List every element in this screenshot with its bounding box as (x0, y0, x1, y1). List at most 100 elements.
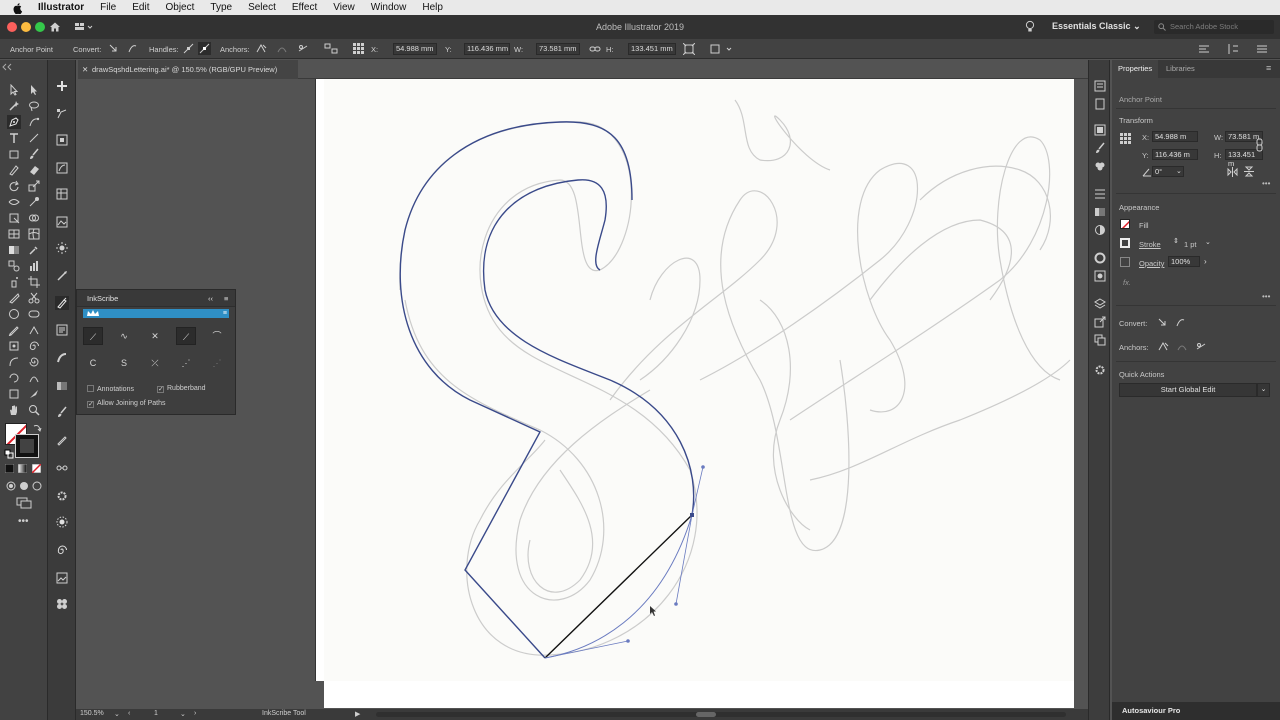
plugin-image-icon[interactable] (56, 216, 68, 228)
close-window-button[interactable] (7, 22, 17, 32)
layers-panel-icon[interactable] (1094, 298, 1106, 310)
plugin-curve-icon[interactable] (56, 162, 68, 174)
remove-anchor-icon[interactable] (255, 43, 267, 54)
smooth-segment-button[interactable]: ∿ (114, 327, 134, 345)
distribute-icon[interactable] (1227, 43, 1239, 55)
plugin-frame-icon[interactable] (56, 134, 68, 146)
home-icon[interactable] (49, 21, 61, 33)
align-panel-icon[interactable] (1094, 188, 1106, 200)
allow-joining-checkbox[interactable]: ✓ Allow Joining of Paths (87, 400, 165, 408)
c-curve-button[interactable]: C (83, 354, 103, 372)
panel-menu-icon[interactable]: ≡ (224, 290, 228, 307)
more-options-icon[interactable]: ••• (1262, 179, 1270, 188)
arrange-icon[interactable] (1198, 43, 1210, 55)
color-panel-icon[interactable] (1094, 124, 1106, 136)
convert-smooth-icon[interactable] (1175, 317, 1186, 328)
eraser-tool-icon[interactable] (28, 164, 40, 176)
print-tiling-tool-icon[interactable] (8, 388, 20, 400)
plugin-burst-icon[interactable] (56, 242, 68, 254)
next-artboard-icon[interactable]: › (194, 710, 196, 717)
lettering-artwork[interactable] (324, 79, 1074, 681)
plugin-sun-icon[interactable] (56, 516, 68, 528)
plugin-gradient-icon[interactable] (56, 380, 68, 392)
zoom-level[interactable]: 150.5% (80, 710, 104, 717)
stroke-label[interactable]: Stroke (1139, 240, 1161, 249)
reference-point-icon[interactable] (1119, 132, 1132, 145)
scissors-tool-icon[interactable] (28, 292, 40, 304)
start-global-edit-button[interactable]: Start Global Edit (1119, 383, 1257, 397)
swap-fill-stroke-icon[interactable] (33, 423, 42, 432)
draw-behind-icon[interactable] (19, 481, 29, 491)
document-tab[interactable]: ✕ drawSqshdLettering.ai* @ 150.5% (RGB/G… (78, 60, 298, 79)
stepper-icon[interactable]: ⇕ (1173, 237, 1179, 245)
slice-tool-icon[interactable] (8, 292, 20, 304)
cut-path-icon[interactable] (297, 43, 309, 54)
plugin-edit-icon[interactable] (56, 434, 68, 446)
shape-builder-tool-icon[interactable] (28, 212, 40, 224)
dotted-segment-button[interactable]: ⋰ (176, 354, 196, 372)
perspective-grid-tool-icon[interactable] (8, 228, 20, 240)
curvature-tool-icon[interactable] (28, 116, 40, 128)
libraries-panel-icon[interactable] (1094, 98, 1106, 110)
direct-selection-tool-icon[interactable] (28, 84, 40, 96)
prev-artboard-icon[interactable]: ‹ (128, 710, 130, 717)
search-stock-input[interactable]: Search Adobe Stock (1154, 20, 1274, 34)
cut-path-icon[interactable] (1195, 341, 1207, 352)
ellipse-tool-icon[interactable] (8, 308, 20, 320)
pen-tool-icon[interactable] (7, 115, 21, 129)
stroke-panel-icon[interactable] (1094, 252, 1106, 264)
plugin-pen-icon[interactable] (56, 270, 68, 282)
close-tab-icon[interactable]: ✕ (82, 60, 88, 79)
export-panel-icon[interactable] (1094, 316, 1106, 328)
lasso-tool-icon[interactable] (28, 100, 40, 112)
symbol-sprayer-tool-icon[interactable] (8, 276, 20, 288)
plugin-picture-icon[interactable] (56, 572, 68, 584)
chevron-down-icon[interactable]: ⌄ (114, 710, 120, 718)
menu-app-name[interactable]: Illustrator (38, 2, 84, 13)
tab-properties[interactable]: Properties (1112, 60, 1159, 78)
horizontal-scrollbar[interactable] (376, 712, 1066, 717)
column-graph-tool-icon[interactable] (28, 260, 40, 272)
rotate-view-tool-icon[interactable] (8, 372, 20, 384)
selection-tool-icon[interactable] (8, 84, 20, 96)
hide-handles-icon[interactable] (198, 42, 211, 55)
none-mode-icon[interactable] (32, 464, 41, 473)
draw-normal-icon[interactable] (6, 481, 16, 491)
height-field[interactable]: 133.451 mm (628, 43, 676, 55)
brushes-panel-icon[interactable] (1094, 142, 1106, 154)
convert-smooth-icon[interactable] (127, 43, 138, 54)
inkscribe-header[interactable]: InkScribe ‹‹ ≡ (77, 290, 235, 307)
hand-tool-icon[interactable] (8, 404, 20, 416)
shaper-tool-icon[interactable] (8, 164, 20, 176)
transparency-panel-icon[interactable] (1094, 224, 1106, 236)
stroke-swatch[interactable] (15, 434, 39, 458)
plugin-grid-icon[interactable] (56, 188, 68, 200)
opacity-label[interactable]: Opacity (1139, 259, 1164, 268)
puppet-warp-tool-icon[interactable] (8, 340, 20, 352)
panel-menu-icon[interactable]: ≡ (1266, 63, 1271, 73)
blend-tool-icon[interactable] (8, 260, 20, 272)
rotate-tool-icon[interactable] (8, 180, 20, 192)
free-transform-tool-icon[interactable] (8, 212, 20, 224)
rectangle-tool-icon[interactable] (8, 148, 20, 160)
opacity-field[interactable]: 100% (1168, 256, 1200, 267)
arc-tool-icon[interactable] (8, 356, 20, 368)
plugin-brush-icon[interactable] (56, 406, 68, 418)
break-path-button[interactable]: ⤫ (145, 354, 165, 372)
more-options-icon[interactable]: ••• (1262, 292, 1270, 301)
menu-window[interactable]: Window (371, 2, 407, 13)
corner-segment-button[interactable]: ⟋ (83, 327, 103, 345)
menu-edit[interactable]: Edit (132, 2, 149, 13)
chevron-down-icon[interactable]: ⌄ (1257, 383, 1270, 397)
gradient-tool-icon[interactable] (8, 244, 20, 256)
gradient-panel-icon[interactable] (1094, 206, 1106, 218)
link-proportions-icon[interactable] (1254, 138, 1266, 152)
plugin-panel-icon[interactable] (56, 324, 68, 336)
autosaviour-panel-header[interactable]: Autosaviour Pro (1112, 702, 1280, 720)
panel-collapse-icon[interactable]: ‹‹ (208, 290, 213, 307)
plugin-connect-icon[interactable] (56, 462, 68, 474)
line-segment-tool-icon[interactable] (28, 132, 40, 144)
pencil-tool-icon[interactable] (8, 324, 20, 336)
y-position-field[interactable]: 116.436 mm (464, 43, 510, 55)
default-fill-stroke-icon[interactable] (4, 449, 14, 459)
